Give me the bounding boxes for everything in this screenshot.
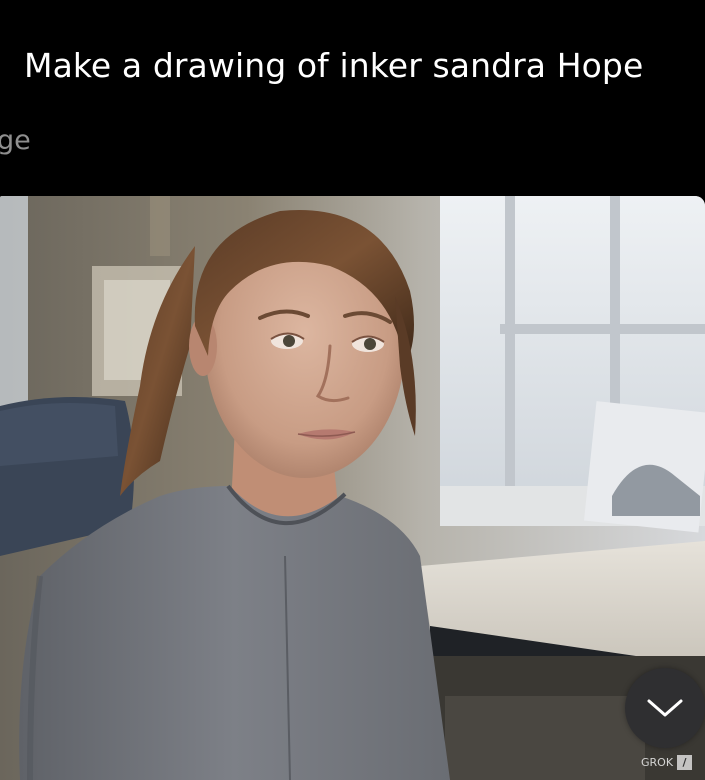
generated-image[interactable] (0, 196, 705, 780)
prompt-text: Make a drawing of inker sandra Hope (24, 46, 644, 85)
image-watermark: GROK / (641, 752, 693, 772)
chevron-down-icon (647, 699, 683, 717)
watermark-text: GROK (641, 755, 674, 769)
scroll-down-button[interactable] (625, 668, 705, 748)
partial-label: ge (0, 125, 31, 156)
image-illustration (0, 196, 705, 780)
grok-logo-icon: / (677, 754, 693, 770)
